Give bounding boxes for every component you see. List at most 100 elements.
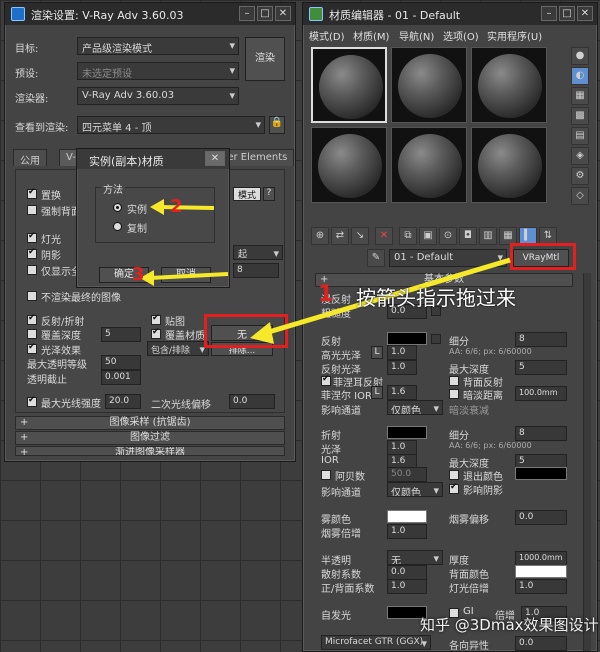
show-end-result-icon[interactable]: ▥ bbox=[479, 227, 497, 245]
mode-button[interactable]: 模式 bbox=[233, 187, 261, 201]
background-icon[interactable]: ▦ bbox=[571, 87, 589, 105]
close-button[interactable]: ✕ bbox=[275, 6, 291, 21]
include-exclude-dropdown[interactable]: 包含/排除 bbox=[147, 341, 209, 356]
mat-editor-scrollbar[interactable] bbox=[583, 273, 591, 651]
reflect-refract-checkbox[interactable] bbox=[27, 313, 37, 325]
fresnel-ior-spinner[interactable]: 1.6 bbox=[387, 385, 417, 400]
refl-subdivs-spinner[interactable]: 8 bbox=[515, 332, 567, 347]
lights-dropdown[interactable]: 起 bbox=[233, 245, 283, 260]
rollout-image-sampler[interactable]: 图像采样 (抗锯齿) bbox=[15, 416, 285, 430]
mat-close-button[interactable]: ✕ bbox=[577, 6, 593, 21]
abbe-checkbox[interactable] bbox=[321, 470, 331, 480]
anisotropy-spinner[interactable]: 0.0 bbox=[515, 636, 567, 651]
menu-navigation[interactable]: 导航(N) bbox=[399, 28, 434, 43]
refr-gloss-spinner[interactable]: 1.0 bbox=[387, 440, 417, 455]
exit-color-checkbox[interactable] bbox=[449, 470, 459, 480]
backlight-icon[interactable]: ◐ bbox=[571, 67, 589, 85]
menu-options[interactable]: 选项(O) bbox=[443, 28, 479, 43]
copy-radio[interactable] bbox=[113, 222, 122, 231]
target-dropdown[interactable]: 产品级渲染模式 bbox=[77, 37, 239, 55]
fog-color-swatch[interactable] bbox=[387, 510, 427, 523]
help-button[interactable]: ? bbox=[263, 187, 275, 201]
minimize-button[interactable]: – bbox=[239, 6, 255, 21]
material-name-field[interactable]: 01 - Default bbox=[389, 249, 507, 267]
menu-mode[interactable]: 模式(D) bbox=[309, 28, 345, 43]
force-back-checkbox[interactable] bbox=[27, 205, 37, 215]
scatter-coeff-spinner[interactable]: 0.0 bbox=[387, 565, 427, 580]
make-preview-icon[interactable]: ◈ bbox=[571, 147, 589, 165]
fwd-bwd-spinner[interactable]: 1.0 bbox=[387, 579, 427, 594]
hilight-gloss-spinner[interactable]: 1.0 bbox=[387, 345, 417, 360]
reflect-swatch[interactable] bbox=[387, 332, 427, 345]
override-mtl-checkbox[interactable] bbox=[151, 327, 161, 339]
render-button[interactable]: 渲染 bbox=[245, 37, 285, 81]
get-material-icon[interactable]: ⊕ bbox=[311, 227, 329, 245]
override-depth-checkbox[interactable] bbox=[27, 329, 37, 339]
material-slot-4[interactable] bbox=[311, 127, 387, 203]
secondary-offset-spinner[interactable]: 0.0 bbox=[229, 394, 275, 409]
material-slot-2[interactable] bbox=[391, 47, 467, 123]
exit-color-swatch[interactable] bbox=[515, 467, 567, 480]
dim-distance-checkbox[interactable] bbox=[449, 389, 459, 399]
replace-checkbox[interactable] bbox=[27, 187, 37, 199]
refl-max-depth-spinner[interactable]: 5 bbox=[515, 360, 567, 375]
rollout-progressive-sampler[interactable]: 渐进图像采样器 bbox=[15, 446, 285, 456]
material-slot-1[interactable] bbox=[311, 47, 387, 123]
refract-swatch[interactable] bbox=[387, 426, 427, 439]
mat-maximize-button[interactable]: □ bbox=[559, 6, 575, 21]
select-by-material-icon[interactable]: ◇ bbox=[571, 187, 589, 205]
pick-material-icon[interactable]: ✎ bbox=[367, 249, 385, 267]
thickness-spinner[interactable]: 1000.0mm bbox=[515, 551, 567, 566]
override-depth-spinner[interactable]: 5 bbox=[101, 327, 141, 342]
mat-minimize-button[interactable]: – bbox=[541, 6, 557, 21]
material-slot-5[interactable] bbox=[391, 127, 467, 203]
abbe-spinner[interactable]: 50.0 bbox=[387, 467, 427, 482]
max-ray-spinner[interactable]: 20.0 bbox=[105, 394, 141, 409]
view-dropdown[interactable]: 四元菜单 4 - 顶 bbox=[77, 116, 265, 134]
lock-icon[interactable]: 🔒 bbox=[269, 116, 285, 134]
fog-bias-spinner[interactable]: 0.0 bbox=[515, 510, 567, 525]
refl-gloss-spinner[interactable]: 1.0 bbox=[387, 360, 417, 375]
renderer-dropdown[interactable]: V-Ray Adv 3.60.03 bbox=[77, 87, 239, 105]
fog-mult-spinner[interactable]: 1.0 bbox=[387, 524, 427, 539]
rollout-image-filter[interactable]: 图像过滤 bbox=[15, 431, 285, 445]
refr-subdivs-spinner[interactable]: 8 bbox=[515, 426, 567, 441]
put-to-library-icon[interactable]: ▣ bbox=[419, 227, 437, 245]
affect-channels-dropdown[interactable]: 仅颜色 bbox=[387, 400, 443, 415]
sample-type-icon[interactable]: ● bbox=[571, 47, 589, 65]
options-icon[interactable]: ⚙ bbox=[571, 167, 589, 185]
reset-material-icon[interactable]: ✕ bbox=[375, 227, 393, 245]
translucent-dropdown[interactable]: 无 bbox=[387, 550, 443, 565]
shadows-checkbox[interactable] bbox=[27, 247, 37, 259]
material-id-icon[interactable]: ⊙ bbox=[439, 227, 457, 245]
affect-shadows-checkbox[interactable] bbox=[449, 482, 459, 494]
show-only-gi-checkbox[interactable] bbox=[27, 265, 37, 275]
make-unique-icon[interactable]: ⧉ bbox=[399, 227, 417, 245]
assign-to-selection-icon[interactable]: ↘ bbox=[351, 227, 369, 245]
dim-distance-spinner[interactable]: 100.0mm bbox=[515, 386, 567, 401]
no-render-final-checkbox[interactable] bbox=[27, 291, 37, 301]
fresnel-checkbox[interactable] bbox=[321, 374, 331, 386]
hilight-lock-button[interactable]: L bbox=[371, 346, 383, 359]
dialog-close-button[interactable]: ✕ bbox=[205, 151, 225, 166]
refr-affect-channels-dropdown[interactable]: 仅颜色 bbox=[387, 482, 443, 497]
light-mult-spinner[interactable]: 1.0 bbox=[515, 579, 567, 594]
reflect-map-button[interactable] bbox=[431, 334, 441, 344]
material-slot-3[interactable] bbox=[471, 47, 547, 123]
put-to-scene-icon[interactable]: ⇄ bbox=[331, 227, 349, 245]
menu-material[interactable]: 材质(M) bbox=[353, 28, 389, 43]
max-transp-spinner[interactable]: 50 bbox=[101, 355, 141, 370]
menu-utilities[interactable]: 实用程序(U) bbox=[487, 28, 542, 43]
brdf-dropdown[interactable]: Microfacet GTR (GGX) bbox=[321, 635, 431, 650]
preset-dropdown[interactable]: 未选定预设 bbox=[77, 62, 239, 80]
uv-tiling-icon[interactable]: ▩ bbox=[571, 107, 589, 125]
maps-checkbox[interactable] bbox=[151, 313, 161, 325]
instance-radio[interactable] bbox=[113, 203, 122, 212]
back-color-swatch[interactable] bbox=[515, 565, 567, 578]
material-slot-6[interactable] bbox=[471, 127, 547, 203]
fresnel-lock-button[interactable]: L bbox=[371, 386, 383, 399]
video-check-icon[interactable]: ▤ bbox=[571, 127, 589, 145]
transp-cutoff-spinner[interactable]: 0.001 bbox=[101, 370, 141, 385]
tab-common[interactable]: 公用 bbox=[13, 149, 47, 167]
glossy-checkbox[interactable] bbox=[27, 342, 37, 354]
